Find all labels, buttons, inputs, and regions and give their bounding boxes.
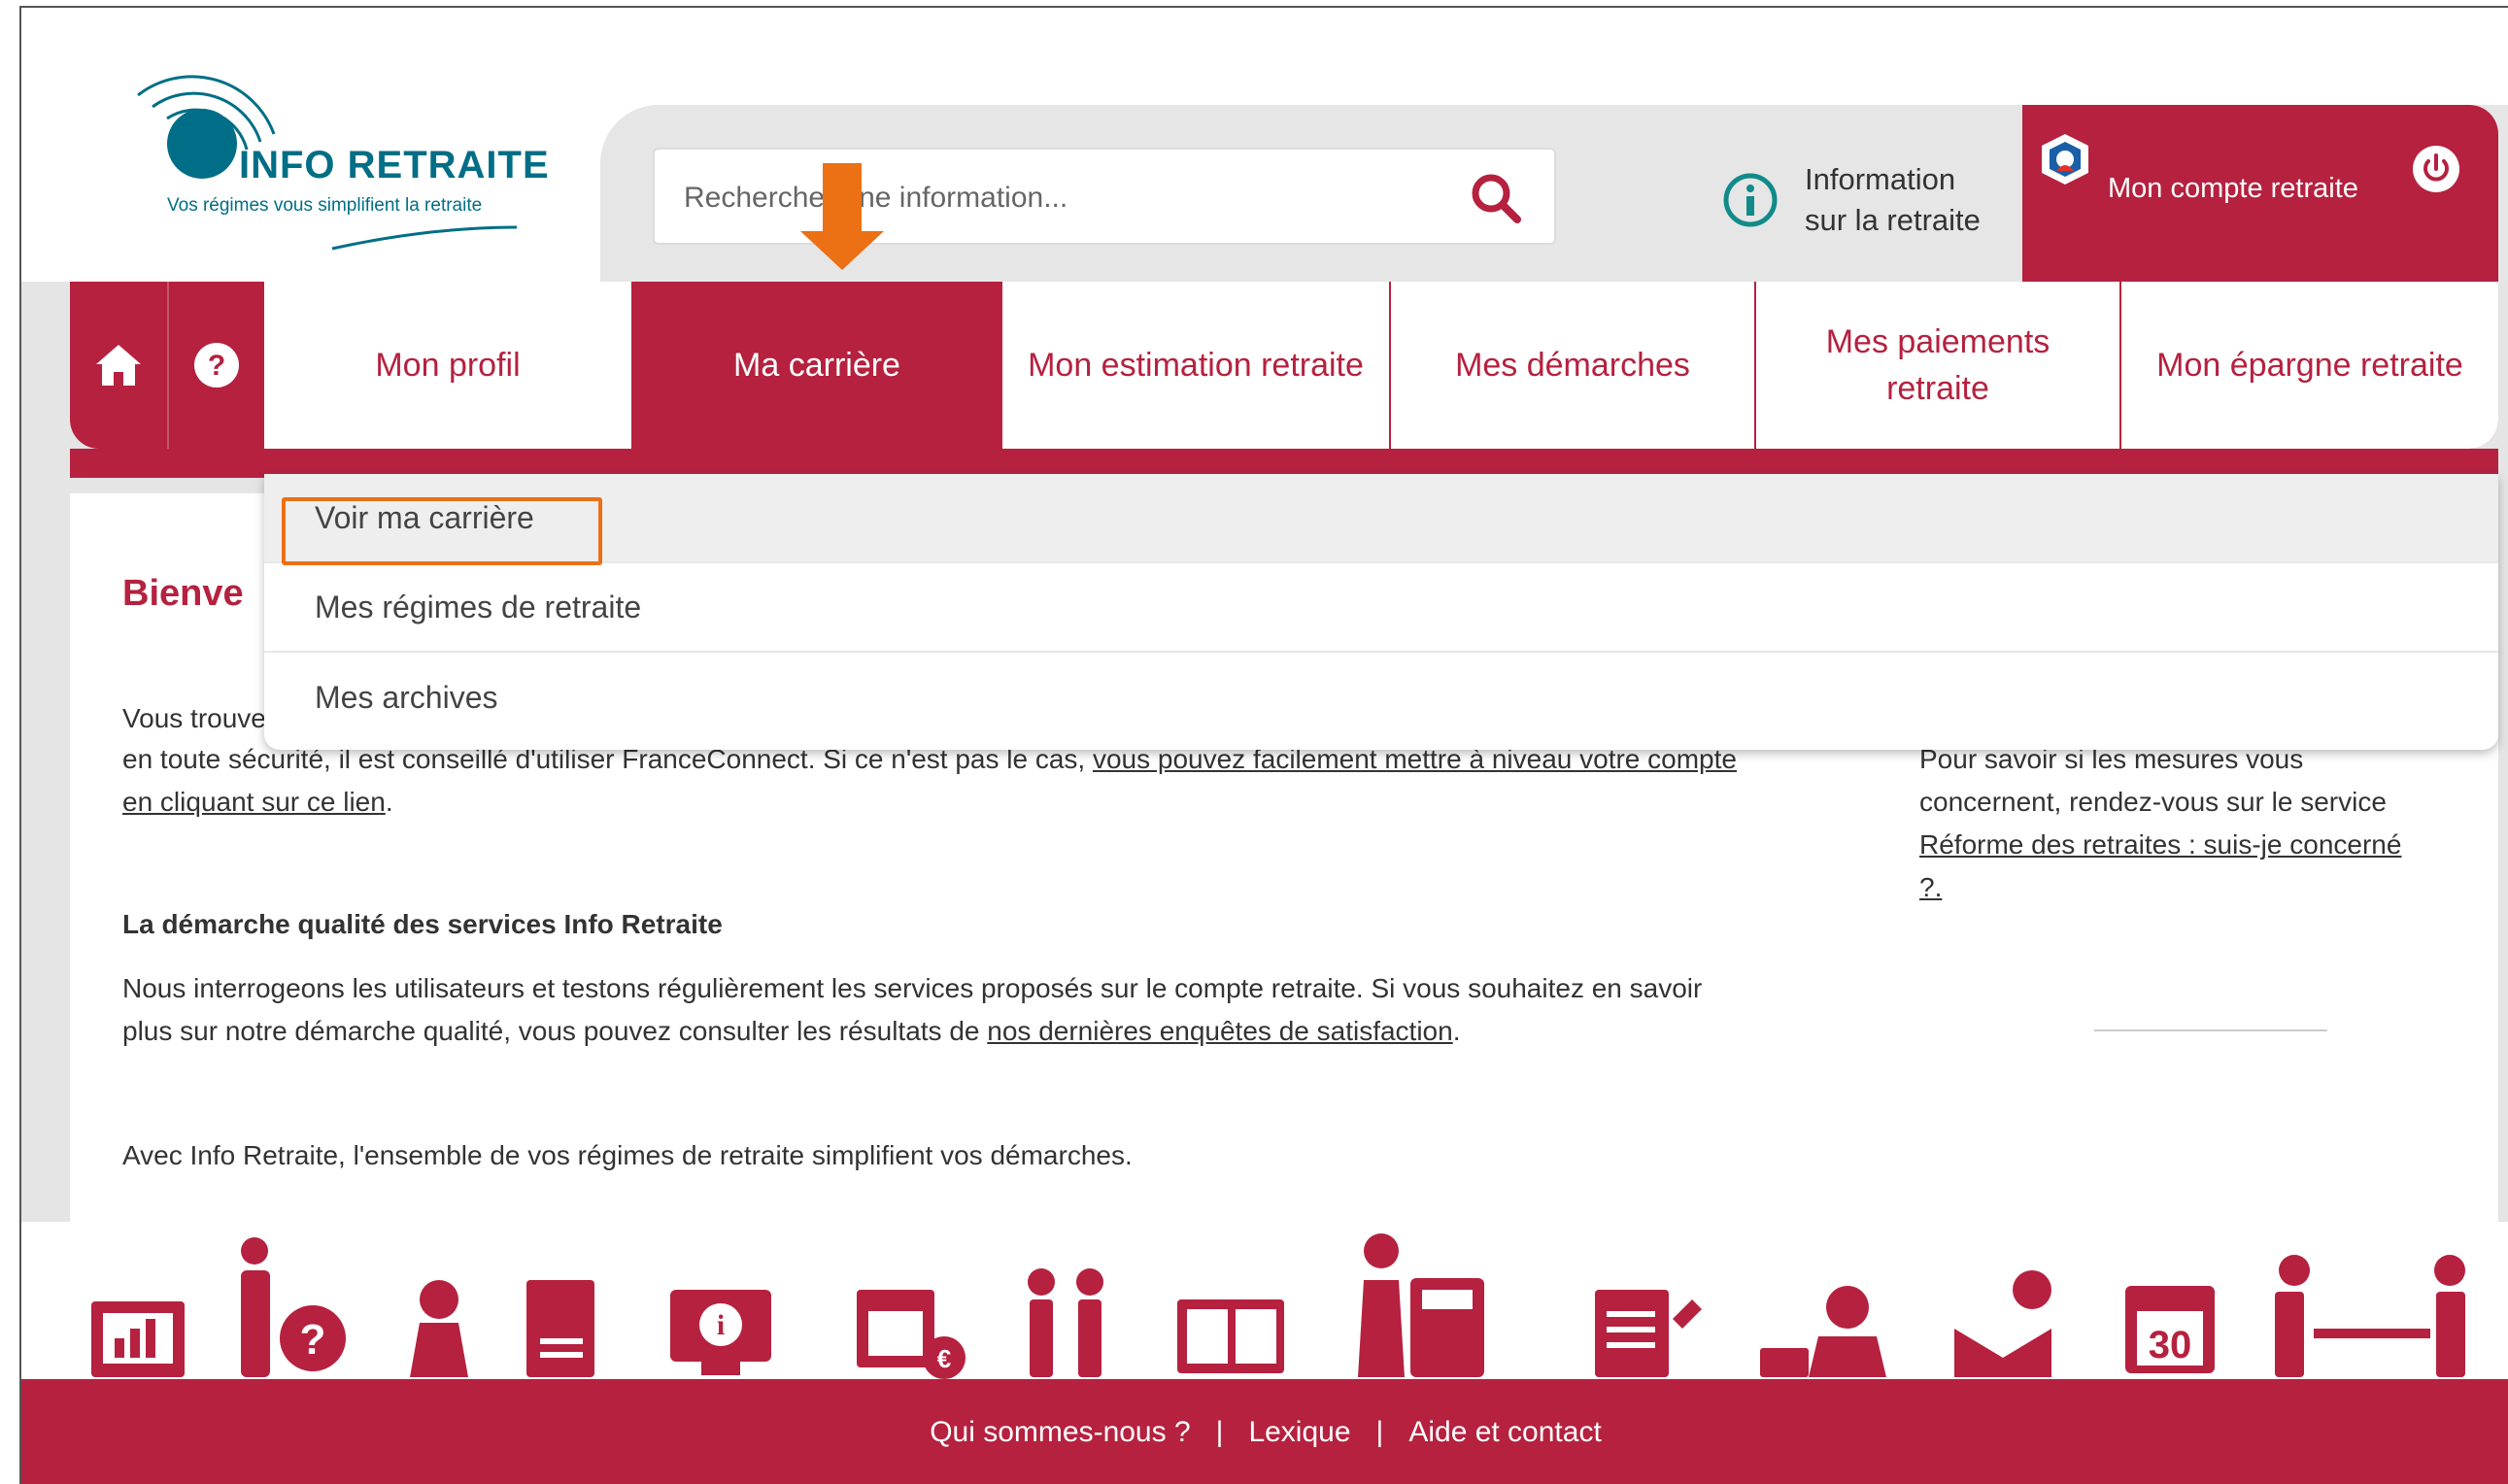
menu-item-label: Mes archives [315, 679, 498, 715]
help-icon: ? [194, 343, 239, 388]
nav-home[interactable] [70, 282, 167, 449]
intro-start: Vous trouve [122, 703, 266, 733]
info-line-2: sur la retraite [1805, 203, 1981, 237]
side-line-2: concernent, rendez-vous sur le service [1919, 787, 2387, 817]
power-icon[interactable] [2411, 144, 2461, 194]
footer-links: Qui sommes-nous ? | Lexique | Aide et co… [21, 1379, 2508, 1484]
footer-link-qui-sommes-nous[interactable]: Qui sommes-nous ? [930, 1416, 1190, 1449]
tab-mon-profil[interactable]: Mon profil [264, 282, 633, 449]
info-link-text: Information sur la retraite [1805, 159, 1981, 241]
intro-paragraph: en toute sécurité, il est conseillé d'ut… [122, 738, 1949, 824]
logo-title: INFO RETRAITE [239, 144, 550, 186]
tab-mon-epargne-retraite[interactable]: Mon épargne retraite [2121, 282, 2498, 449]
footer: Qui sommes-nous ? | Lexique | Aide et co… [21, 1379, 2508, 1484]
svg-text:€: € [937, 1344, 951, 1373]
annotation-arrow-icon [800, 163, 884, 270]
closing-text: Avec Info Retraite, l'ensemble de vos ré… [122, 1140, 1133, 1170]
footer-separator: | [1215, 1416, 1224, 1448]
logo-subtitle: Vos régimes vous simplifient la retraite [167, 195, 483, 216]
tab-mon-estimation-retraite[interactable]: Mon estimation retraite [1002, 282, 1391, 449]
account-label: Mon compte retraite [2108, 173, 2358, 204]
svg-text:?: ? [208, 350, 225, 382]
svg-text:i: i [717, 1309, 725, 1341]
side-divider [2094, 1029, 2327, 1031]
search-input[interactable] [684, 177, 1441, 219]
page-title: Bienve [122, 573, 244, 614]
info-retraite-link[interactable]: Information sur la retraite [1721, 153, 2032, 251]
search-icon[interactable] [1467, 169, 1525, 227]
upgrade-account-link-b[interactable]: en cliquant sur ce lien [122, 787, 386, 817]
footer-link-lexique[interactable]: Lexique [1248, 1416, 1350, 1449]
info-icon [1723, 173, 1778, 227]
quality-end: . [1452, 1016, 1461, 1046]
home-icon [96, 345, 141, 386]
footer-link-aide-et-contact[interactable]: Aide et contact [1408, 1416, 1601, 1449]
search-box[interactable] [653, 148, 1556, 245]
quality-line-1: Nous interrogeons les utilisateurs et te… [122, 973, 1703, 1003]
tab-ma-carriere[interactable]: Ma carrière [633, 282, 1002, 449]
ma-carriere-dropdown: Voir ma carrière Mes régimes de retraite… [264, 474, 2498, 750]
pictograms-icon: ? i € 30 [91, 1233, 2465, 1379]
svg-text:30: 30 [2149, 1324, 2192, 1366]
reform-link-line-1: Réforme des retraites : suis-je concerné [1919, 829, 2402, 860]
intro-end: . [385, 787, 393, 817]
browser-frame: INFO RETRAITE Vos régimes vous simplifie… [19, 6, 2508, 1484]
main-nav: ? Mon profil Ma carrière Mon estimation … [70, 282, 2498, 449]
side-panel-text: Pour savoir si les mesures vous concerne… [1919, 738, 2463, 909]
tab-mes-paiements-retraite[interactable]: Mes paiements retraite [1756, 282, 2121, 449]
nav-help[interactable]: ? [167, 282, 264, 449]
svg-text:?: ? [300, 1316, 326, 1364]
quality-paragraph: Nous interrogeons les utilisateurs et te… [122, 967, 1949, 1053]
account-button[interactable]: Mon compte retraite [2022, 105, 2498, 282]
reform-link-line-2: ?. [1919, 872, 1943, 902]
menu-item-mes-regimes[interactable]: Mes régimes de retraite [264, 563, 2498, 653]
logo[interactable]: INFO RETRAITE Vos régimes vous simplifie… [109, 56, 575, 270]
satisfaction-survey-link[interactable]: nos dernières enquêtes de satisfaction [987, 1016, 1452, 1046]
tab-mes-demarches[interactable]: Mes démarches [1391, 282, 1756, 449]
reform-link[interactable]: Réforme des retraites : suis-je concerné… [1919, 829, 2401, 902]
quality-title: La démarche qualité des services Info Re… [122, 909, 723, 939]
quality-line-2: plus sur notre démarche qualité, vous po… [122, 1016, 988, 1046]
pictogram-strip: ? i € 30 [21, 1222, 2508, 1387]
footer-separator: | [1375, 1416, 1384, 1448]
annotation-highlight-box [282, 497, 602, 565]
menu-item-label: Mes régimes de retraite [315, 589, 642, 624]
info-line-1: Information [1805, 162, 1956, 196]
account-shield-icon [2042, 134, 2088, 185]
menu-item-mes-archives[interactable]: Mes archives [264, 653, 2498, 742]
